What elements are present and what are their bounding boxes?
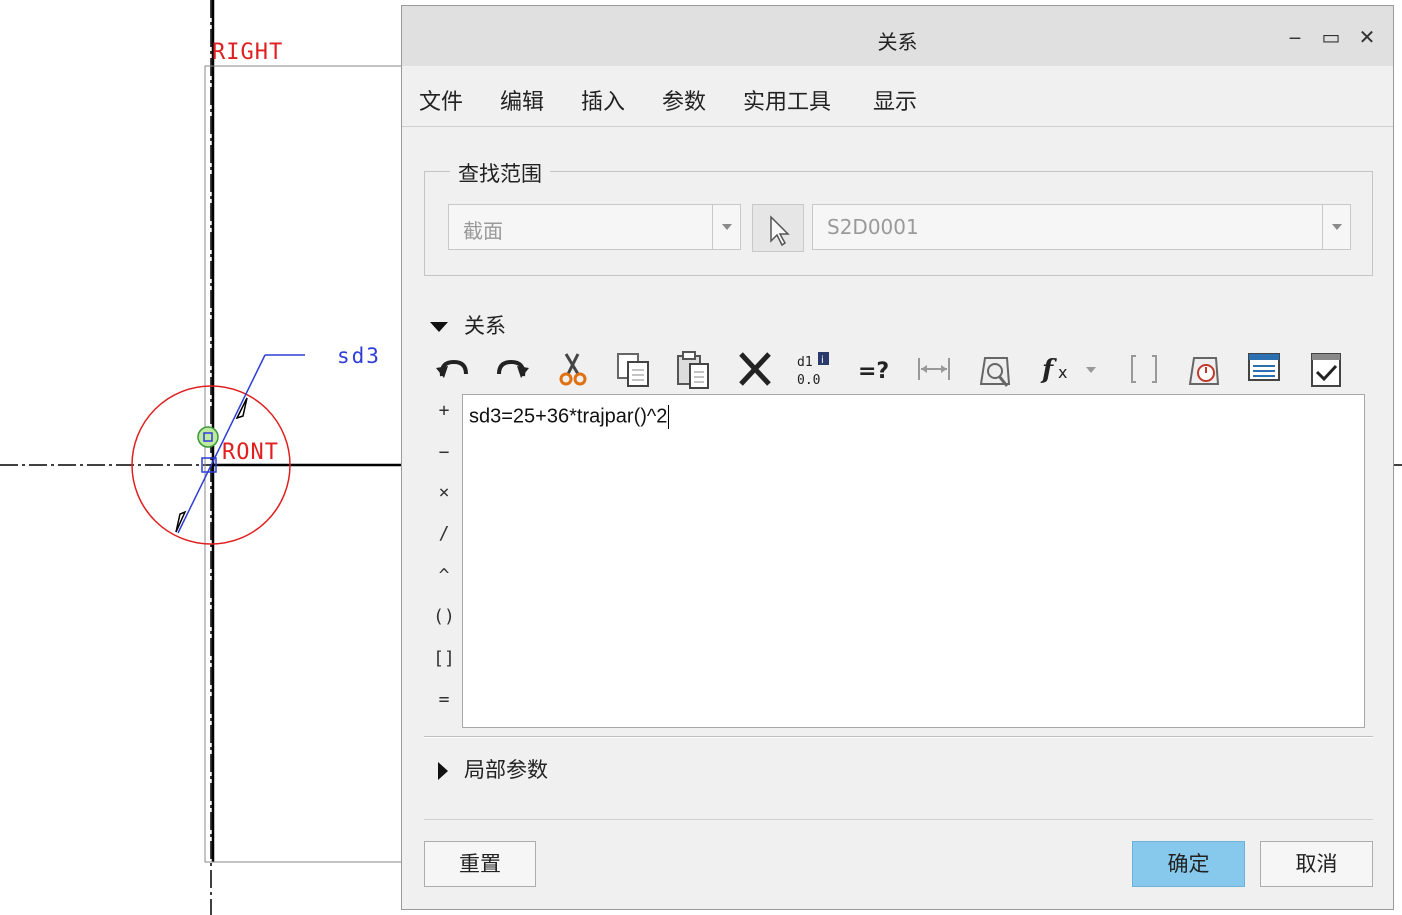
copy-button[interactable] xyxy=(614,346,654,392)
dimension-label-sd3[interactable]: sd3 xyxy=(337,344,381,368)
delete-button[interactable] xyxy=(735,346,775,392)
svg-text:d1: d1 xyxy=(797,355,813,370)
triangle-right-icon xyxy=(438,762,448,780)
svg-text:0.0: 0.0 xyxy=(797,373,820,388)
properties-button[interactable] xyxy=(975,346,1015,392)
chevron-down-icon[interactable] xyxy=(712,205,740,249)
evaluate-icon: =? xyxy=(858,359,889,384)
divider[interactable] xyxy=(424,736,1373,738)
function-dropdown-button[interactable] xyxy=(1082,346,1100,392)
select-from-model-button[interactable] xyxy=(752,204,804,252)
operator-equals[interactable]: = xyxy=(432,689,456,710)
relation-expression: sd3=25+36*trajpar()^2 xyxy=(469,405,668,428)
brackets-icon xyxy=(1131,355,1157,383)
divider xyxy=(424,819,1373,820)
switch-dimensions-button[interactable]: d1 i 0.0 xyxy=(794,346,834,392)
close-button[interactable]: ✕ xyxy=(1354,24,1380,50)
minimize-button[interactable]: ‒ xyxy=(1282,24,1308,50)
maximize-button[interactable]: ▭ xyxy=(1318,24,1344,50)
operator-divide[interactable]: / xyxy=(432,523,456,544)
target-select[interactable]: S2D0001 xyxy=(812,204,1351,250)
operator-minus[interactable]: − xyxy=(432,442,456,463)
menu-display[interactable]: 显示 xyxy=(873,84,917,116)
brackets-button[interactable] xyxy=(1124,346,1164,392)
svg-text:i: i xyxy=(821,355,824,366)
units-icon xyxy=(1188,357,1220,385)
scope-select[interactable]: 截面 xyxy=(448,204,741,250)
undo-button[interactable] xyxy=(432,346,472,392)
svg-text:=?: =? xyxy=(858,359,889,384)
paste-button[interactable] xyxy=(674,346,714,392)
delete-icon xyxy=(739,352,771,386)
operator-parentheses[interactable]: () xyxy=(432,606,456,627)
sort-icon xyxy=(1248,353,1280,381)
cut-icon xyxy=(559,353,587,386)
measure-button[interactable] xyxy=(914,346,954,392)
undo-icon xyxy=(436,359,468,378)
units-button[interactable] xyxy=(1184,346,1224,392)
operator-power[interactable]: ^ xyxy=(432,565,456,586)
scope-select-value: 截面 xyxy=(463,219,503,243)
menu-parameters[interactable]: 参数 xyxy=(662,84,706,116)
function-button[interactable]: fx xyxy=(1038,346,1078,392)
operator-plus[interactable]: + xyxy=(432,400,456,421)
relations-section-title: 关系 xyxy=(464,314,506,338)
verify-button[interactable] xyxy=(1306,346,1346,392)
cancel-button[interactable]: 取消 xyxy=(1260,841,1373,887)
function-icon: fx xyxy=(1040,355,1067,385)
verify-icon xyxy=(1311,353,1341,387)
triangle-down-icon xyxy=(430,322,448,332)
local-params-section-toggle[interactable]: 局部参数 xyxy=(438,754,548,784)
paste-icon xyxy=(677,351,709,389)
chevron-down-icon xyxy=(1086,367,1096,373)
reset-button[interactable]: 重置 xyxy=(424,841,536,887)
ok-button[interactable]: 确定 xyxy=(1132,841,1245,887)
menu-utilities[interactable]: 实用工具 xyxy=(743,84,831,116)
evaluate-button[interactable]: =? xyxy=(854,346,894,392)
redo-button[interactable] xyxy=(493,346,533,392)
properties-icon xyxy=(979,357,1011,387)
copy-icon xyxy=(617,353,649,387)
sort-button[interactable] xyxy=(1245,346,1285,392)
measure-icon xyxy=(918,358,950,380)
menu-edit[interactable]: 编辑 xyxy=(500,84,544,116)
chevron-down-icon[interactable] xyxy=(1322,205,1350,249)
dialog-title: 关系 xyxy=(877,30,918,54)
menu-bar: 文件 编辑 插入 参数 实用工具 显示 xyxy=(402,66,1393,127)
cut-button[interactable] xyxy=(554,346,594,392)
operator-brackets[interactable]: [] xyxy=(432,648,456,669)
dialog-titlebar[interactable]: 关系 ‒ ▭ ✕ xyxy=(402,6,1393,66)
switch-dimensions-icon: d1 i0.0 xyxy=(797,352,829,388)
menu-file[interactable]: 文件 xyxy=(419,84,463,116)
target-select-value: S2D0001 xyxy=(827,215,919,239)
relations-dialog: 关系 ‒ ▭ ✕ 文件 编辑 插入 参数 实用工具 显示 查找范围 截面 S2D… xyxy=(401,5,1394,910)
cursor-arrow-icon xyxy=(770,215,790,247)
relations-section-toggle[interactable]: 关系 xyxy=(430,310,506,340)
relations-editor[interactable]: sd3=25+36*trajpar()^2 xyxy=(462,394,1365,728)
menu-insert[interactable]: 插入 xyxy=(581,84,625,116)
svg-text:x: x xyxy=(1058,363,1067,382)
text-caret xyxy=(668,405,670,429)
local-params-title: 局部参数 xyxy=(464,758,548,782)
redo-icon xyxy=(497,359,529,378)
operator-multiply[interactable]: × xyxy=(432,482,456,503)
front-plane-label: RONT xyxy=(222,440,279,465)
svg-text:f: f xyxy=(1040,355,1057,385)
lookup-group-title: 查找范围 xyxy=(450,158,550,188)
right-plane-label: RIGHT xyxy=(212,40,284,65)
